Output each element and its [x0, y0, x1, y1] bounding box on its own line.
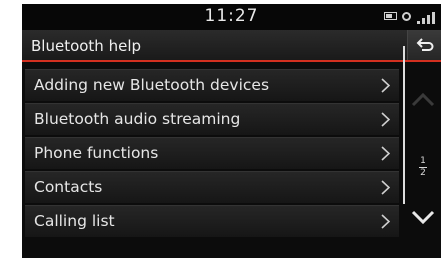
chevron-up-icon [411, 92, 435, 107]
page-title: Bluetooth help [31, 37, 142, 55]
scroll-down-button[interactable] [406, 204, 440, 230]
help-topic-list: Adding new Bluetooth devices Bluetooth a… [25, 69, 399, 239]
list-item[interactable]: Contacts [25, 171, 399, 203]
list-item-label: Contacts [34, 178, 103, 196]
status-icons [377, 12, 437, 24]
chevron-right-icon [381, 112, 390, 127]
bluetooth-connected-icon [402, 12, 411, 21]
list-item[interactable]: Phone functions [25, 137, 399, 169]
list-item[interactable]: Bluetooth audio streaming [25, 103, 399, 135]
chevron-right-icon [381, 146, 390, 161]
chevron-right-icon [381, 78, 390, 93]
page-current: 1 [420, 156, 426, 166]
status-bar: 11:27 [22, 4, 441, 30]
chevron-right-icon [381, 214, 390, 229]
head-unit-screen: 11:27 Bluetooth help Adding new Bluetoot… [22, 4, 441, 258]
list-item-label: Phone functions [34, 144, 159, 162]
list-item-label: Adding new Bluetooth devices [34, 76, 270, 94]
chevron-right-icon [381, 180, 390, 195]
back-button[interactable] [407, 30, 441, 60]
back-arrow-icon [416, 38, 434, 51]
page-indicator: 1 2 [413, 156, 433, 179]
battery-icon [384, 12, 397, 20]
page-total: 2 [420, 168, 426, 178]
list-item[interactable]: Calling list [25, 205, 399, 237]
scroll-up-button[interactable] [406, 86, 440, 112]
signal-strength-icon [415, 12, 437, 24]
list-item-label: Bluetooth audio streaming [34, 110, 241, 128]
list-item-label: Calling list [34, 212, 115, 230]
list-item[interactable]: Adding new Bluetooth devices [25, 69, 399, 101]
title-bar: Bluetooth help [22, 30, 441, 62]
scrollbar[interactable] [403, 46, 405, 204]
chevron-down-icon [411, 210, 435, 225]
